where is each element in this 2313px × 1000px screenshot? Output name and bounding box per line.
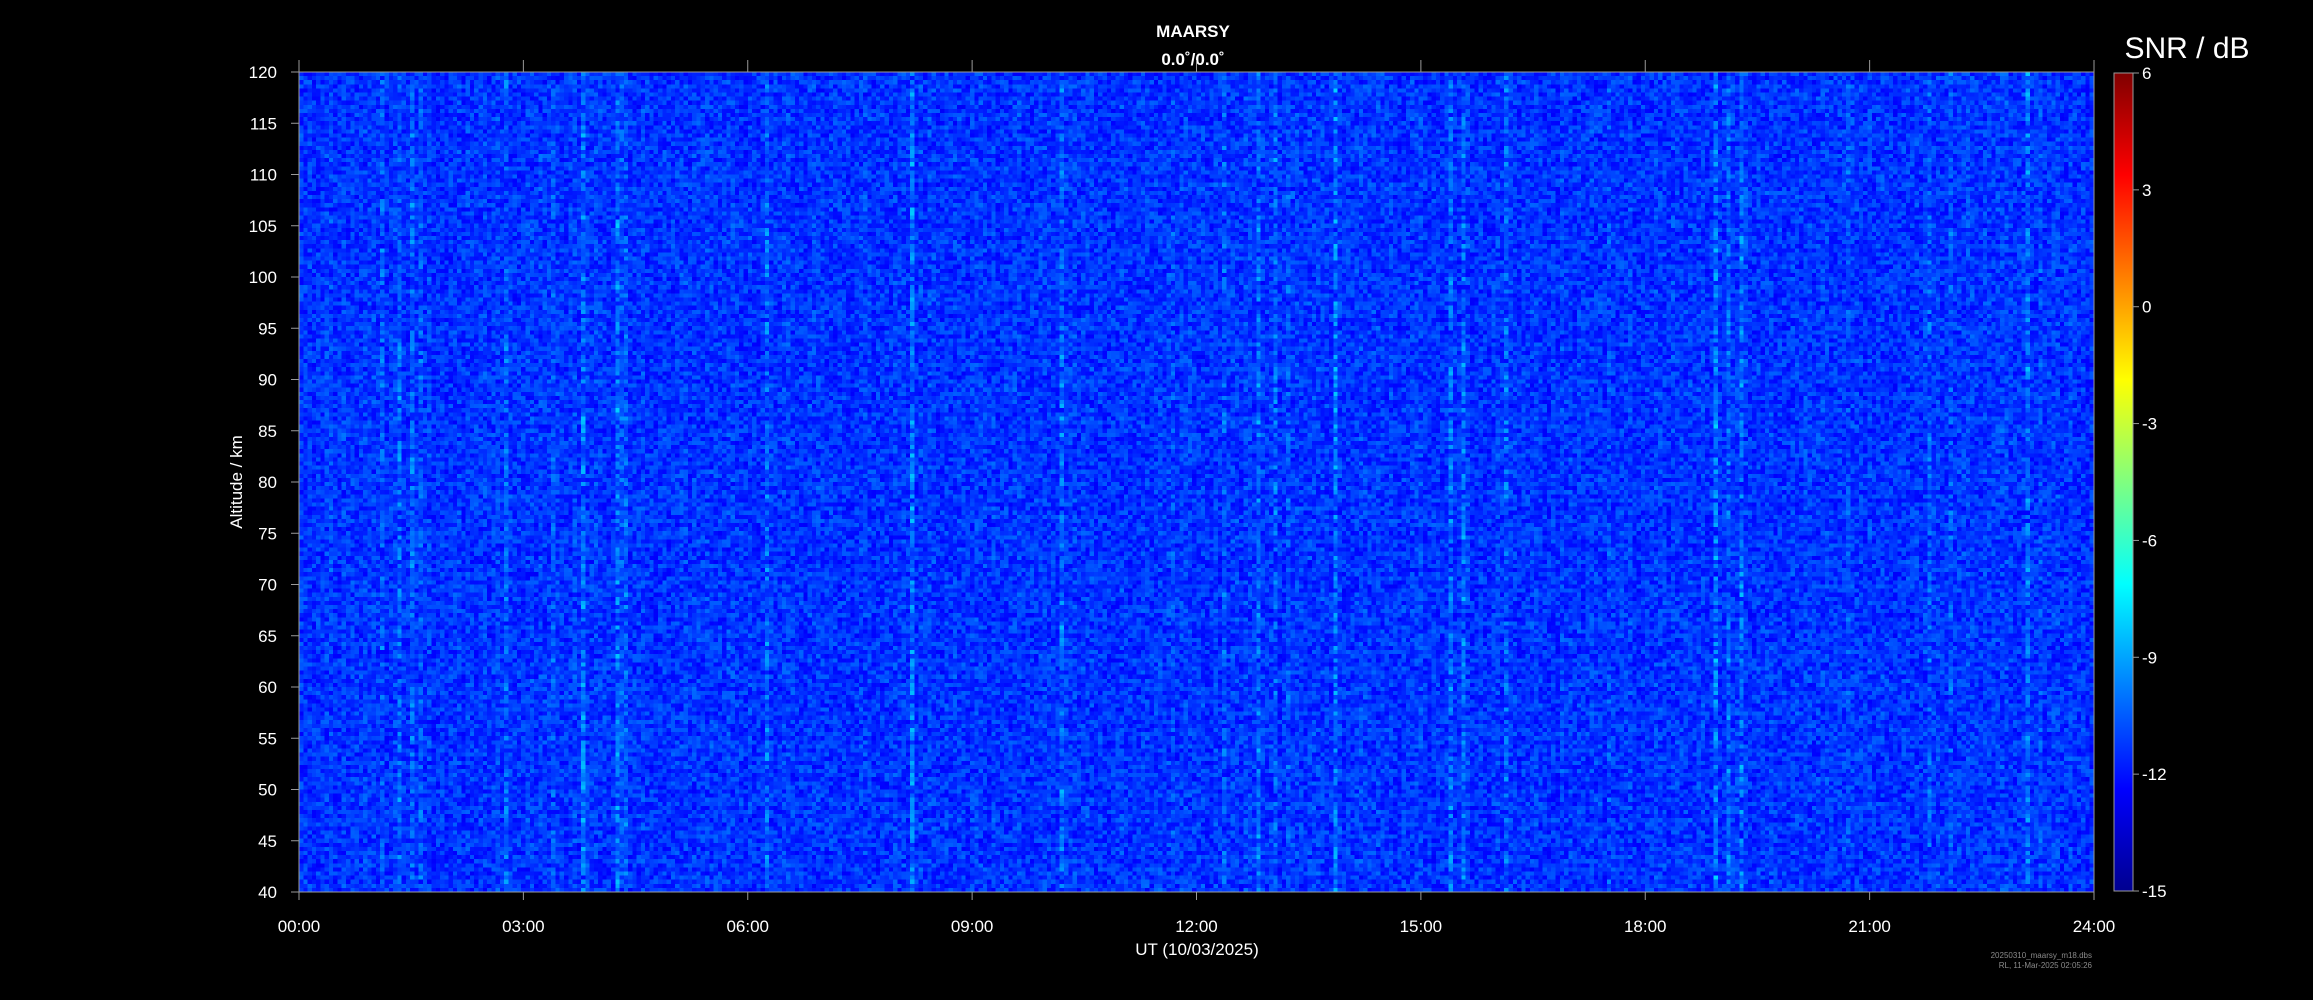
footer-filename: 20250310_maarsy_m18.dbs (1991, 951, 2092, 960)
colorbar-tick-label: -6 (2142, 531, 2157, 550)
y-tick-label: 75 (258, 524, 277, 543)
y-tick-label: 115 (250, 114, 277, 133)
x-tick-label: 12:00 (1175, 917, 1218, 936)
x-tick-label: 09:00 (951, 917, 994, 936)
footer-stamp: RL, 11-Mar-2025 02:05:26 (1999, 961, 2093, 970)
chart-title: MAARSY (1156, 22, 1230, 41)
x-tick-label: 21:00 (1848, 917, 1891, 936)
y-tick-label: 85 (258, 422, 277, 441)
colorbar-ticks: 6 3 0 -3 -6 -9 -12 -15 (2133, 64, 2167, 901)
colorbar-tick-label: -9 (2142, 648, 2157, 667)
y-tick-label: 70 (258, 576, 277, 595)
y-tick-label: 45 (258, 832, 277, 851)
y-tick-label: 105 (249, 217, 277, 236)
colorbar-gradient (2113, 72, 2134, 892)
x-tick-label: 00:00 (278, 917, 321, 936)
colorbar-tick-label: -3 (2142, 415, 2157, 434)
y-tick-label: 55 (258, 729, 277, 748)
y-tick-label: 60 (258, 678, 277, 697)
x-tick-label: 15:00 (1400, 917, 1443, 936)
y-tick-label: 90 (258, 371, 277, 390)
colorbar-tick-label: -15 (2142, 882, 2167, 901)
colorbar-tick-label: 6 (2142, 64, 2151, 83)
chart-subtitle: 0.0˚/0.0˚ (1161, 50, 1224, 69)
y-axis-label: Altitude / km (227, 435, 246, 529)
y-tick-label: 80 (258, 473, 277, 492)
y-tick-label: 120 (249, 63, 277, 82)
colorbar-tick-label: -12 (2142, 765, 2167, 784)
y-tick-label: 65 (258, 627, 277, 646)
x-tick-label: 03:00 (502, 917, 545, 936)
colorbar: 6 3 0 -3 -6 -9 -12 -15 SNR / dB (2113, 32, 2250, 901)
y-tick-label: 50 (258, 781, 277, 800)
x-tick-label: 18:00 (1624, 917, 1667, 936)
plot-area (298, 71, 2095, 893)
colorbar-label: SNR / dB (2124, 32, 2249, 65)
y-tick-label: 110 (250, 166, 277, 185)
y-tick-label: 95 (258, 319, 277, 338)
snr-heatmap (299, 72, 2094, 892)
figure: MAARSY 0.0˚/0.0˚ 00:00 03:00 06:00 09:00 12:… (227, 22, 2250, 970)
x-tick-label: 06:00 (726, 917, 769, 936)
colorbar-tick-label: 3 (2142, 181, 2151, 200)
x-tick-label: 24:00 (2073, 917, 2116, 936)
y-tick-label: 40 (258, 883, 277, 902)
y-axis: 40 45 50 55 60 65 70 75 80 85 90 95 100 105 110 115 120 (249, 63, 299, 902)
x-axis-label: UT (10/03/2025) (1135, 940, 1258, 959)
y-tick-label: 100 (249, 268, 277, 287)
colorbar-tick-label: 0 (2142, 298, 2151, 317)
